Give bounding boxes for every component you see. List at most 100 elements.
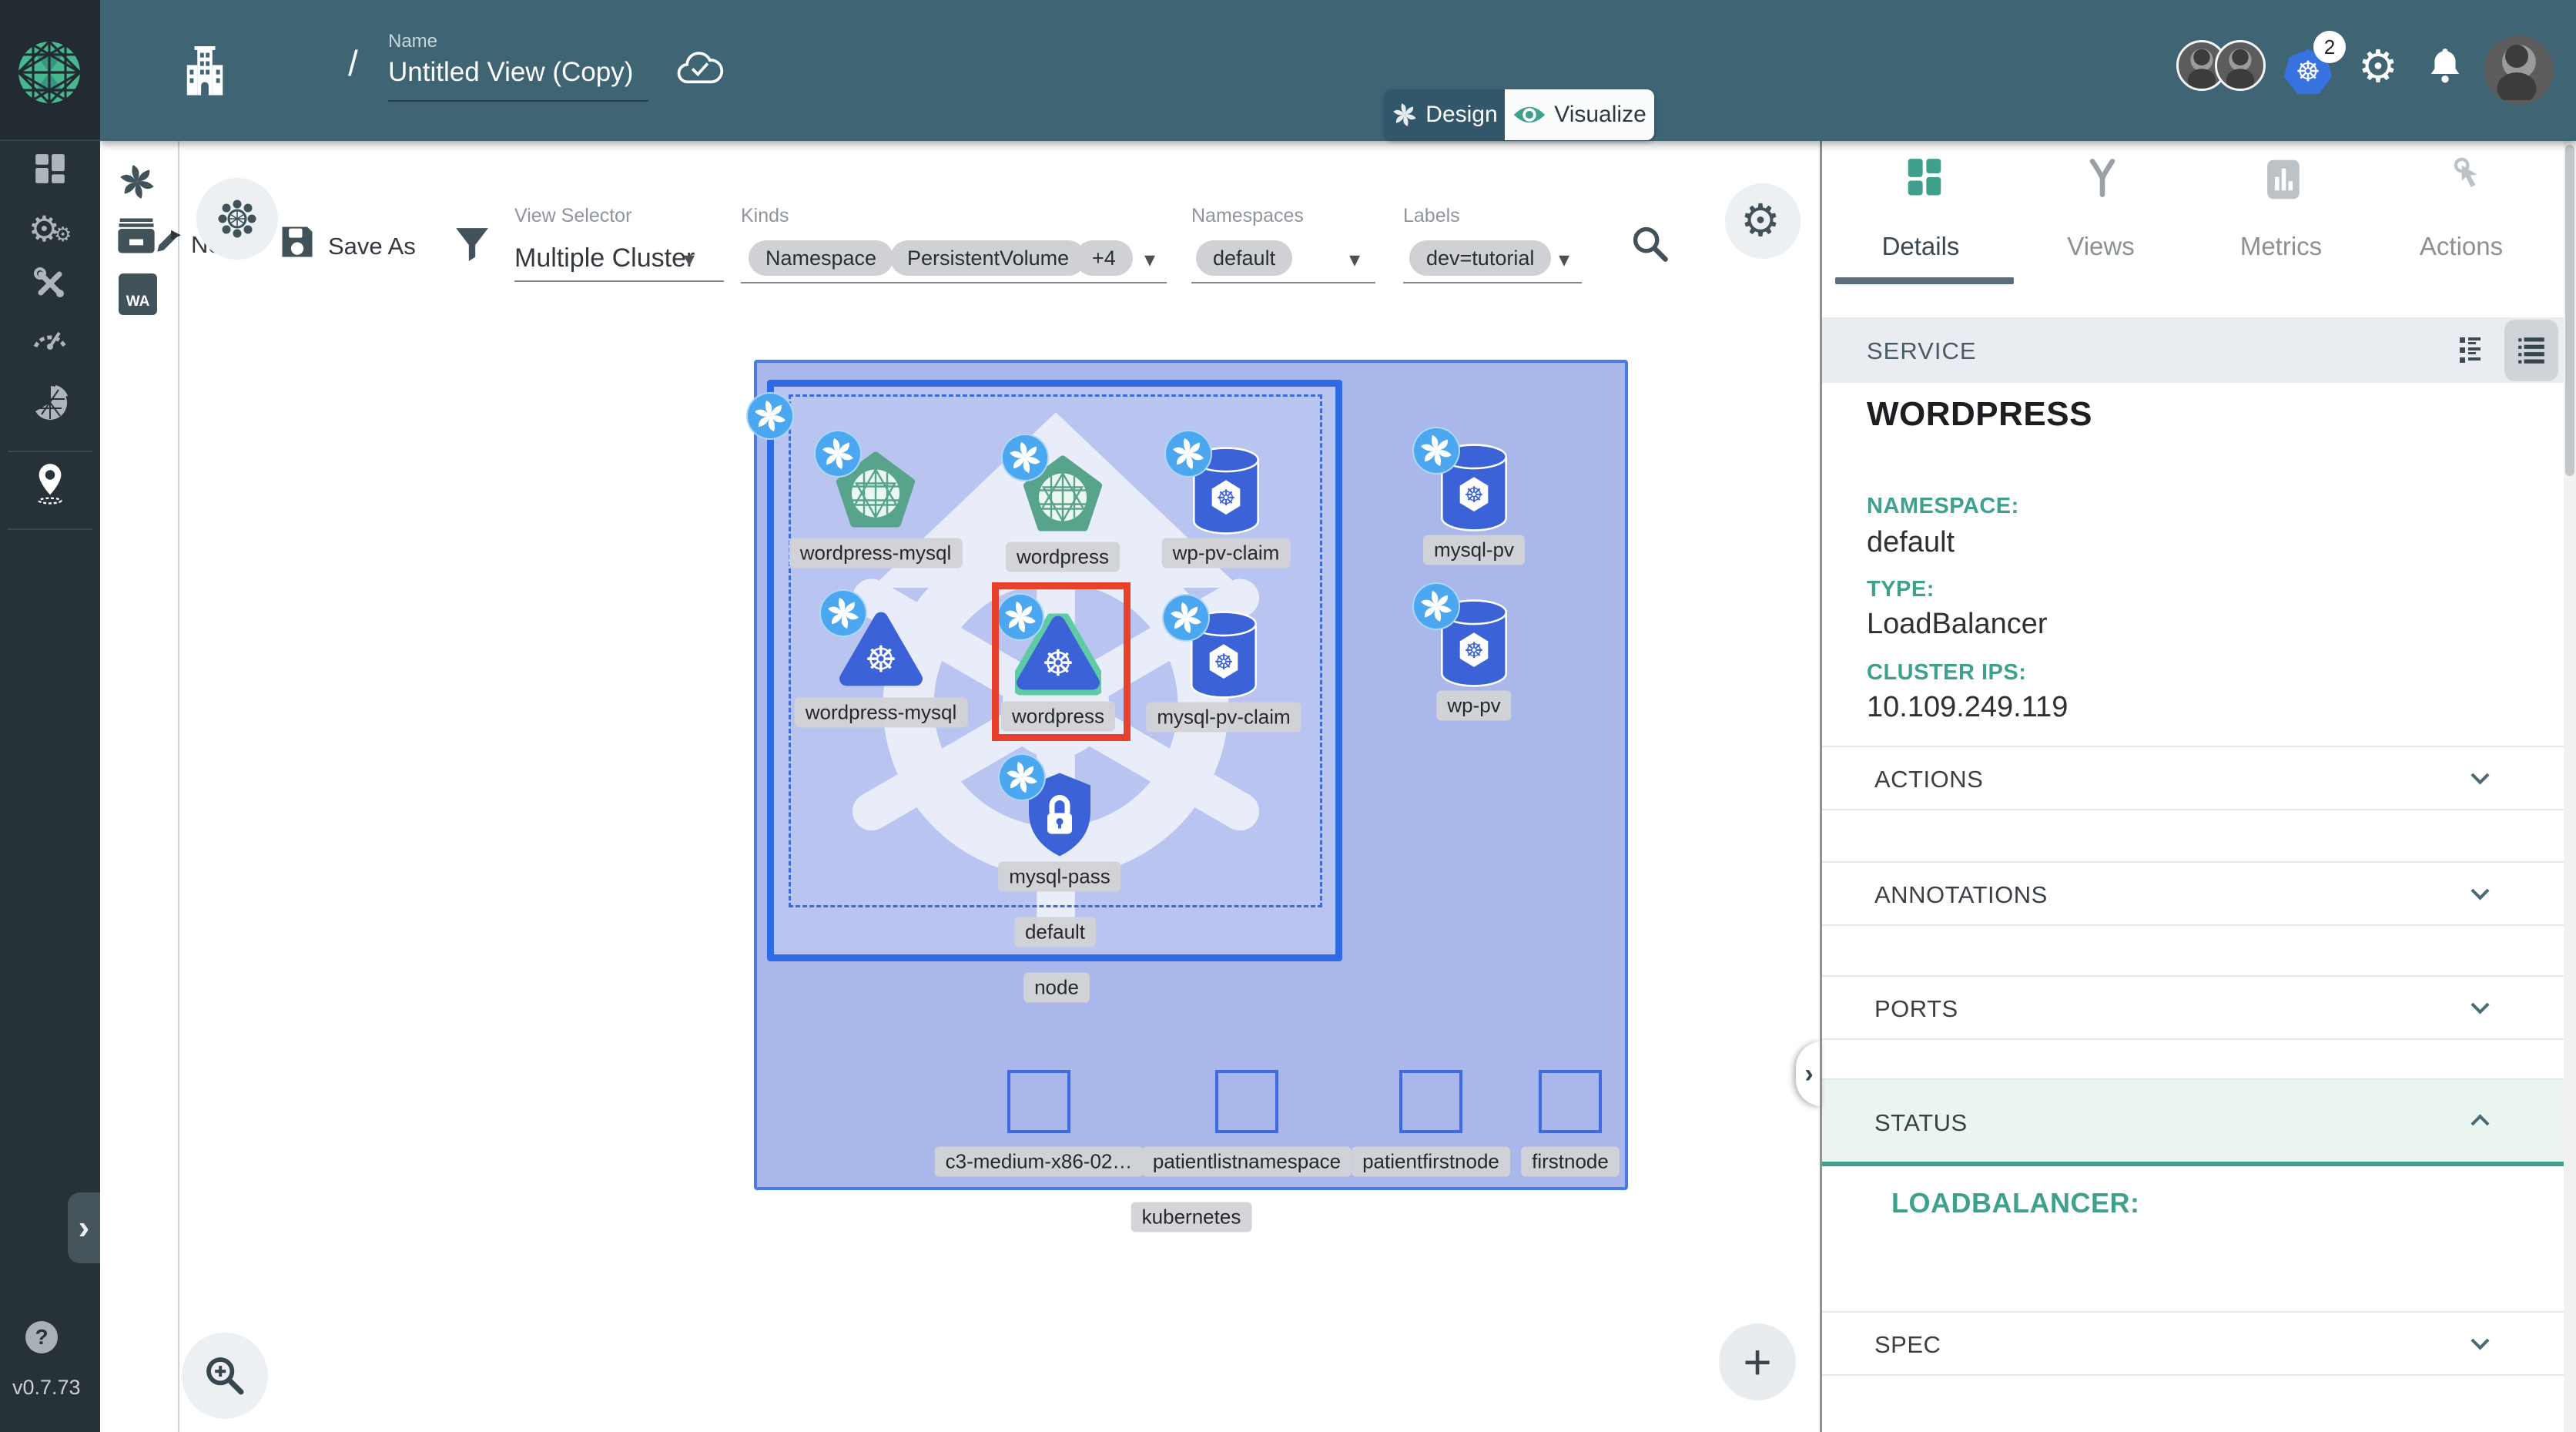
node-label: wordpress-mysql <box>794 697 968 728</box>
name-field-label: Name <box>388 31 438 52</box>
tab-views[interactable]: Views <box>2012 141 2190 280</box>
name-field-value[interactable]: Untitled View (Copy) <box>388 57 633 88</box>
node-label: wordpress <box>1006 542 1120 572</box>
kind-chip[interactable]: PersistentVolume <box>890 240 1087 276</box>
field-label: CLUSTER IPS: <box>1867 660 2027 685</box>
context-count-badge: 2 <box>2313 31 2346 63</box>
filter-funnel-icon[interactable] <box>453 225 491 263</box>
settings-gear-icon[interactable]: ⚙ <box>2358 40 2398 92</box>
help-button[interactable]: ? <box>25 1321 58 1353</box>
chevron-down-icon[interactable]: ▾ <box>1349 246 1360 272</box>
sidebar-item-performance[interactable] <box>0 320 100 357</box>
sidebar-item-dashboard[interactable] <box>0 151 100 190</box>
sidebar-item-extensions[interactable] <box>0 384 100 426</box>
node-label: patientlistnamespace <box>1141 1146 1352 1177</box>
meshery-app: / Name Untitled View (Copy) Design Visua… <box>0 0 2576 1432</box>
canvas-node-node-square[interactable] <box>1007 1070 1070 1133</box>
chevron-down-icon <box>2470 881 2490 900</box>
visualize-eye-icon <box>1514 106 1546 123</box>
accordion-title: PORTS <box>1874 995 1958 1022</box>
user-avatar[interactable] <box>2484 35 2554 105</box>
node-label: patientfirstnode <box>1352 1146 1510 1177</box>
field-label: NAMESPACE: <box>1867 494 2019 518</box>
canvas-node-node-square[interactable] <box>1215 1070 1278 1133</box>
meshery-logo[interactable] <box>17 40 82 105</box>
svg-text:☸: ☸ <box>1464 482 1484 508</box>
tab-design[interactable]: Design <box>1385 89 1505 140</box>
accordion-title: ANNOTATIONS <box>1874 881 2048 908</box>
organization-icon[interactable] <box>182 46 228 97</box>
kind-chip[interactable]: Namespace <box>749 240 894 276</box>
connection-badge-icon <box>1162 594 1210 642</box>
view-selector-value[interactable]: Multiple Cluster <box>514 243 695 273</box>
svg-text:☸: ☸ <box>1216 485 1236 511</box>
canvas-node-node-square[interactable] <box>1539 1070 1602 1133</box>
breadcrumb-separator: / <box>348 43 358 83</box>
add-node-button[interactable]: + <box>1719 1323 1796 1400</box>
archive-icon[interactable] <box>116 216 157 255</box>
tab-metrics[interactable]: Metrics <box>2192 141 2370 280</box>
sidebar-expand-handle[interactable]: › <box>68 1192 100 1263</box>
accordion-spec[interactable]: SPEC <box>1822 1311 2564 1376</box>
sidebar-item-kanvas[interactable] <box>0 462 100 509</box>
tab-details[interactable]: Details <box>1831 141 2010 280</box>
svg-text:☸: ☸ <box>1464 638 1484 663</box>
magnifier-plus-icon <box>206 1357 244 1395</box>
notifications-bell-icon[interactable] <box>2426 45 2464 86</box>
accordion-status[interactable]: STATUS <box>1822 1078 2564 1166</box>
chevron-down-icon <box>2470 1331 2490 1350</box>
compact-view-icon[interactable] <box>2455 334 2486 365</box>
accordion-title: STATUS <box>1874 1109 1968 1136</box>
left-strip-divider <box>178 141 179 1432</box>
node-label: wordpress-mysql <box>789 538 963 568</box>
field-value: 10.109.249.119 <box>1867 691 2069 723</box>
field-label: TYPE: <box>1867 577 1935 602</box>
namespaces-label: Namespaces <box>1191 205 1304 226</box>
save-as-icon[interactable] <box>277 222 317 262</box>
chevron-down-icon[interactable]: ▾ <box>684 246 695 272</box>
hovered-icon-button[interactable] <box>196 178 278 260</box>
view-selector-underline <box>514 280 724 282</box>
connection-badge-icon <box>1164 430 1212 478</box>
list-view-icon[interactable] <box>2515 334 2548 367</box>
chevron-down-icon[interactable]: ▾ <box>1144 246 1155 272</box>
label-chip[interactable]: dev=tutorial <box>1409 240 1552 276</box>
field-value: LoadBalancer <box>1867 608 2048 640</box>
panel-collapse-handle[interactable]: › <box>1796 1041 1822 1106</box>
node-label: mysql-pass <box>998 861 1121 892</box>
tab-actions[interactable]: Actions <box>2372 141 2551 280</box>
zoom-in-button[interactable] <box>182 1333 268 1419</box>
gear-icon: ⚙ <box>1740 194 1780 246</box>
metrics-icon <box>2267 159 2300 200</box>
accordion-actions[interactable]: ACTIONS <box>1822 746 2564 810</box>
tab-visualize[interactable]: Visualize <box>1505 89 1654 140</box>
connection-badge-icon <box>819 589 867 637</box>
save-as-button[interactable]: Save As <box>328 233 416 260</box>
search-icon[interactable] <box>1630 223 1670 263</box>
wasm-filter-icon[interactable]: WA <box>119 273 157 315</box>
canvas-settings-button[interactable]: ⚙ <box>1725 183 1801 259</box>
sidebar-item-lifecycle[interactable]: ⚙⚙ <box>0 208 100 250</box>
sidebar-item-configuration[interactable] <box>0 265 100 306</box>
extensions-pie-icon <box>35 385 68 420</box>
strip-collapse-arrow[interactable]: ▸ <box>171 222 181 246</box>
panel-scrollbar-thumb[interactable] <box>2565 145 2574 476</box>
details-grid-icon <box>1908 159 1941 196</box>
collaborator-avatar[interactable] <box>2215 40 2266 91</box>
connection-badge-icon <box>814 430 862 478</box>
accordion-annotations[interactable]: ANNOTATIONS <box>1822 861 2564 926</box>
accordion-ports[interactable]: PORTS <box>1822 975 2564 1040</box>
canvas-node-node-square[interactable] <box>1399 1070 1462 1133</box>
panel-divider <box>1820 141 1822 1432</box>
left-tool-strip: WA › <box>100 141 179 1432</box>
group-label-cluster: kubernetes <box>1131 1202 1252 1232</box>
tutorial-highlight-node <box>992 582 1131 741</box>
group-label-namespace: default <box>1013 917 1097 947</box>
tab-actions-label: Actions <box>2419 232 2504 260</box>
design-file-icon[interactable] <box>118 163 156 201</box>
kind-chip-more[interactable]: +4 <box>1075 240 1133 276</box>
namespace-chip[interactable]: default <box>1196 240 1293 276</box>
chevron-down-icon[interactable]: ▾ <box>1559 246 1569 272</box>
dashboard-icon <box>35 154 65 183</box>
labels-underline <box>1403 282 1582 283</box>
